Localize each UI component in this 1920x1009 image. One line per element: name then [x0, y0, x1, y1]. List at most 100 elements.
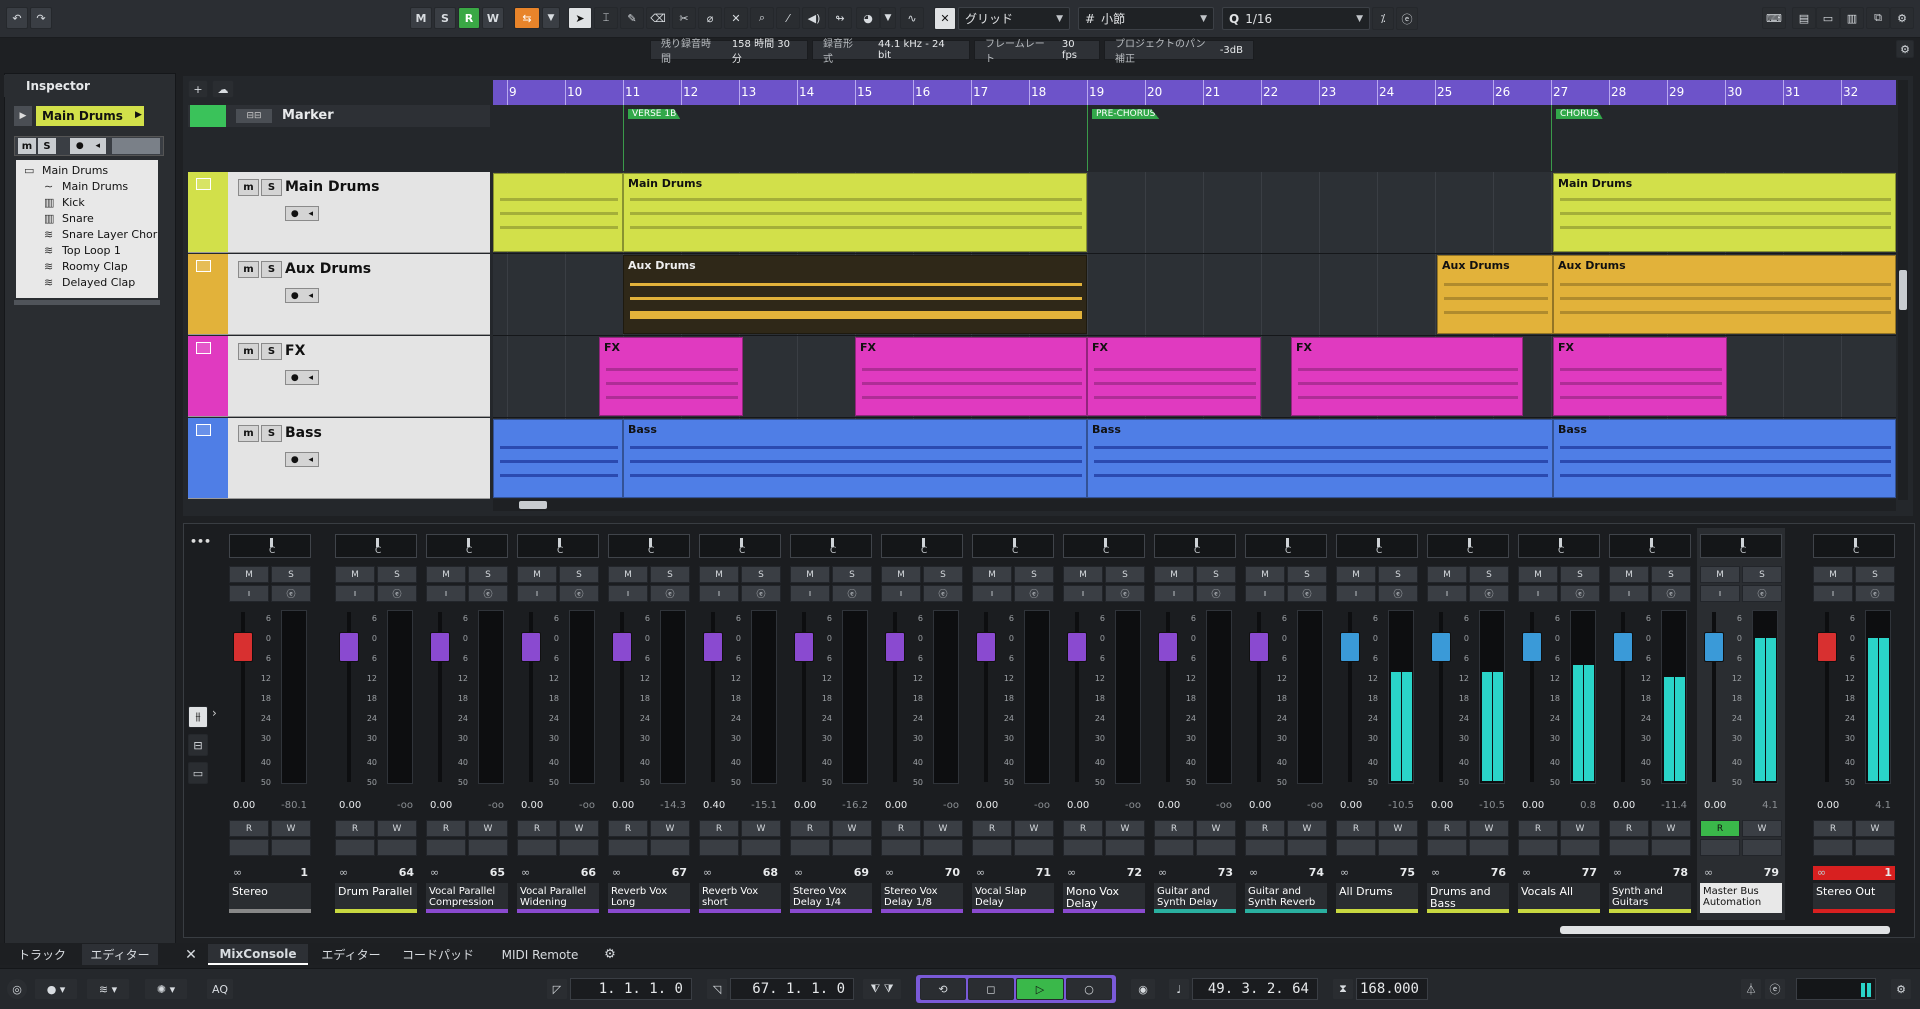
- pan-control[interactable]: C: [517, 534, 599, 558]
- link-icon[interactable]: ∞: [233, 866, 242, 879]
- snap-toggle[interactable]: ✕: [934, 7, 956, 30]
- pan-law-info[interactable]: プロジェクトのパン補正 -3dB: [1104, 39, 1254, 65]
- folder-icon[interactable]: [196, 260, 211, 272]
- fader-handle[interactable]: [430, 632, 450, 662]
- channel-slot-button[interactable]: [1105, 839, 1145, 856]
- pan-control[interactable]: C: [426, 534, 508, 558]
- link-icon[interactable]: ∞: [1613, 866, 1622, 879]
- write-automation-button[interactable]: W: [1378, 820, 1418, 837]
- line-tool[interactable]: ⁄: [776, 7, 800, 29]
- mute-button[interactable]: M: [881, 566, 921, 583]
- channel-slot-button[interactable]: [468, 839, 508, 856]
- channel-name[interactable]: Guitar and Synth Delay: [1154, 883, 1236, 913]
- mixer-menu-icon[interactable]: •••: [190, 535, 211, 548]
- read-automation-button[interactable]: R: [1063, 820, 1103, 837]
- volume-value[interactable]: 0.00: [233, 800, 255, 811]
- pan-control[interactable]: C: [1154, 534, 1236, 558]
- edit-channel-button[interactable]: ⓔ: [1560, 585, 1600, 602]
- channel-slot-button[interactable]: [923, 839, 963, 856]
- volume-value[interactable]: 0.00: [794, 800, 816, 811]
- channel-name[interactable]: Vocal Slap Delay: [972, 883, 1054, 913]
- mute-button[interactable]: M: [790, 566, 830, 583]
- channel-slot-button[interactable]: [1245, 839, 1285, 856]
- fader-handle[interactable]: [703, 632, 723, 662]
- write-automation-button[interactable]: W: [923, 820, 963, 837]
- mute-button[interactable]: M: [1245, 566, 1285, 583]
- fader-handle[interactable]: [976, 632, 996, 662]
- redo-button[interactable]: ↷: [30, 7, 52, 29]
- channel-slot-button[interactable]: [229, 839, 269, 856]
- peak-value[interactable]: -oo: [579, 800, 595, 811]
- pan-control[interactable]: C: [1427, 534, 1509, 558]
- cycle-button[interactable]: ⟲: [920, 978, 966, 1000]
- mute-button[interactable]: M: [1063, 566, 1103, 583]
- fader-handle[interactable]: [794, 632, 814, 662]
- edit-channel-button[interactable]: ⓔ: [1196, 585, 1236, 602]
- write-automation-button[interactable]: W: [271, 820, 311, 837]
- locate-buttons[interactable]: ⧨ ⧩: [862, 978, 902, 1000]
- event-fx5[interactable]: FX: [1553, 337, 1727, 416]
- channel-name[interactable]: Vocals All: [1518, 883, 1600, 913]
- solo-button[interactable]: S: [1287, 566, 1327, 583]
- volume-value[interactable]: 0.00: [976, 800, 998, 811]
- event-aux2[interactable]: Aux Drums: [1437, 255, 1553, 334]
- position-display[interactable]: 49. 3. 2. 64: [1192, 978, 1318, 1000]
- inspector-solo-button[interactable]: S: [38, 138, 56, 154]
- track-record-monitor[interactable]: ● ◂: [285, 206, 319, 221]
- listen-button[interactable]: ı: [1336, 585, 1376, 602]
- edit-channel-button[interactable]: ⓔ: [1469, 585, 1509, 602]
- solo-button[interactable]: S: [832, 566, 872, 583]
- inspector-tree-item[interactable]: ≋ Snare Layer Chorus: [22, 228, 158, 244]
- settings-button[interactable]: ⚙: [1890, 7, 1914, 29]
- record-format-info[interactable]: 録音形式 44.1 kHz - 24 bit: [812, 39, 970, 65]
- solo-button[interactable]: S: [1378, 566, 1418, 583]
- track-mute-button[interactable]: m: [238, 179, 259, 196]
- listen-button[interactable]: ı: [881, 585, 921, 602]
- write-automation-button[interactable]: W: [1651, 820, 1691, 837]
- tab-left-editor[interactable]: エディター: [82, 944, 158, 965]
- color-dropdown[interactable]: ▼: [880, 7, 896, 29]
- mute-button[interactable]: M: [335, 566, 375, 583]
- gear-icon[interactable]: ⚙: [598, 944, 622, 965]
- read-automation-button[interactable]: R: [1154, 820, 1194, 837]
- write-automation-button[interactable]: W: [468, 820, 508, 837]
- read-automation-button[interactable]: R: [972, 820, 1012, 837]
- event-continuation[interactable]: [493, 419, 623, 498]
- track-name[interactable]: Main Drums: [285, 179, 379, 195]
- link-icon[interactable]: ∞: [885, 866, 894, 879]
- read-automation-button[interactable]: R: [1336, 820, 1376, 837]
- link-icon[interactable]: ∞: [976, 866, 985, 879]
- channel-slot-button[interactable]: [881, 839, 921, 856]
- channel-slot-button[interactable]: [517, 839, 557, 856]
- track-head-main-drums[interactable]: m S Main Drums ● ◂: [188, 172, 490, 253]
- event-aux3[interactable]: Aux Drums: [1553, 255, 1896, 334]
- draw-tool[interactable]: ✎: [620, 7, 644, 29]
- channel-slot-button[interactable]: [832, 839, 872, 856]
- link-icon[interactable]: ∞: [1817, 866, 1826, 879]
- listen-button[interactable]: ı: [426, 585, 466, 602]
- listen-button[interactable]: ı: [1154, 585, 1194, 602]
- track-head-aux-drums[interactable]: m S Aux Drums ● ◂: [188, 254, 490, 335]
- channel-slot-button[interactable]: [1427, 839, 1467, 856]
- left-locator-icon[interactable]: ◸: [546, 978, 568, 1000]
- mute-button[interactable]: M: [229, 566, 269, 583]
- read-automation-button[interactable]: R: [1518, 820, 1558, 837]
- link-icon[interactable]: ∞: [1340, 866, 1349, 879]
- read-automation-button[interactable]: R: [1609, 820, 1649, 837]
- solo-button[interactable]: S: [650, 566, 690, 583]
- channel-slot-button[interactable]: [1014, 839, 1054, 856]
- edit-channel-button[interactable]: ⓔ: [650, 585, 690, 602]
- event-display[interactable]: Main Drums Main Drums Aux Drums Aux Drums Au…: [493, 172, 1900, 498]
- undo-button[interactable]: ↶: [6, 7, 28, 29]
- channel-name[interactable]: All Drums: [1336, 883, 1418, 913]
- fader-handle[interactable]: [1613, 632, 1633, 662]
- track-name[interactable]: FX: [285, 343, 305, 359]
- volume-value[interactable]: 0.40: [703, 800, 725, 811]
- peak-value[interactable]: -oo: [1307, 800, 1323, 811]
- edit-channel-button[interactable]: ⓔ: [1287, 585, 1327, 602]
- fader-handle[interactable]: [612, 632, 632, 662]
- color-tool[interactable]: ◕: [856, 7, 880, 29]
- inspector-tree-item[interactable]: ▭ Main Drums: [22, 164, 158, 180]
- fader-handle[interactable]: [1067, 632, 1087, 662]
- volume-value[interactable]: 0.00: [1817, 800, 1839, 811]
